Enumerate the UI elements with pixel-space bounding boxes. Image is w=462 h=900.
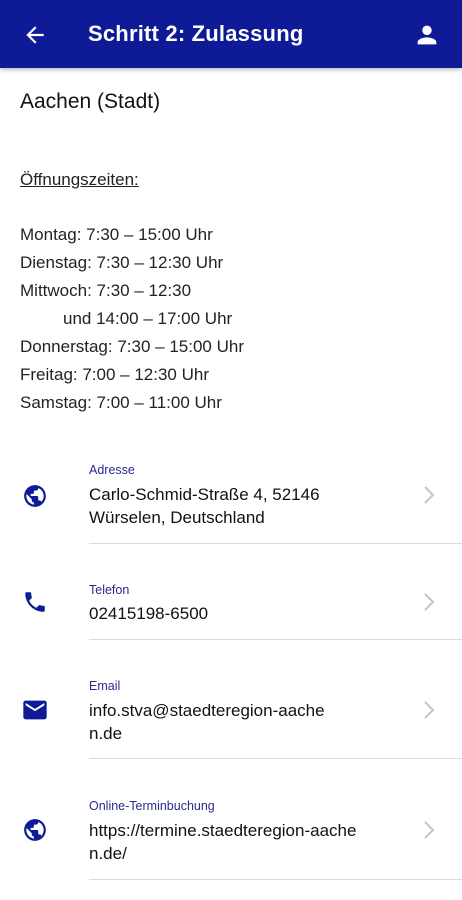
hours-line-saturday: Samstag: 7:00 – 11:00 Uhr	[20, 393, 222, 412]
chevron-right-icon	[420, 483, 438, 507]
hours-line-tuesday: Dienstag: 7:30 – 12:30 Uhr	[20, 253, 224, 272]
phone-icon	[21, 588, 49, 616]
arrow-back-icon[interactable]	[18, 18, 52, 52]
contact-row-phone[interactable]: Telefon 02415198-6500	[0, 580, 462, 642]
globe-icon	[21, 816, 49, 844]
chevron-right-icon	[420, 818, 438, 842]
app-bar: Schritt 2: Zulassung	[0, 0, 462, 68]
address-label: Adresse	[89, 463, 135, 477]
divider	[89, 543, 462, 544]
contact-row-online-booking[interactable]: Online-Terminbuchung https://termine.sta…	[0, 796, 462, 882]
hours-line-monday: Montag: 7:30 – 15:00 Uhr	[20, 225, 213, 244]
contact-row-address[interactable]: Adresse Carlo-Schmid-Straße 4, 52146 Wür…	[0, 460, 462, 546]
divider	[89, 879, 462, 880]
phone-value: 02415198-6500	[89, 604, 209, 623]
divider	[89, 639, 462, 640]
email-label: Email	[89, 679, 121, 693]
contact-row-email[interactable]: Email info.stva@staedteregion-aachen.de	[0, 676, 462, 762]
hours-line-friday: Freitag: 7:00 – 12:30 Uhr	[20, 365, 210, 384]
divider	[89, 758, 462, 759]
hours-line-thursday: Donnerstag: 7:30 – 15:00 Uhr	[20, 337, 244, 356]
chevron-right-icon	[420, 590, 438, 614]
opening-hours-list: Montag: 7:30 – 15:00 Uhr Dienstag: 7:30 …	[20, 221, 244, 417]
opening-hours-heading: Öffnungszeiten:	[20, 170, 139, 189]
chevron-right-icon	[420, 698, 438, 722]
hours-line-wednesday: Mittwoch: 7:30 – 12:30	[20, 281, 192, 300]
person-icon[interactable]	[410, 18, 444, 52]
office-name: Aachen (Stadt)	[20, 90, 161, 113]
globe-icon	[21, 482, 49, 510]
online-booking-value: https://termine.staedteregion-aachen.de/	[89, 821, 357, 863]
mail-icon	[21, 696, 49, 724]
phone-label: Telefon	[89, 583, 130, 597]
address-value: Carlo-Schmid-Straße 4, 52146 Würselen, D…	[89, 485, 320, 527]
page-title: Schritt 2: Zulassung	[88, 21, 304, 46]
online-booking-label: Online-Terminbuchung	[89, 799, 215, 813]
email-value: info.stva@staedteregion-aachen.de	[89, 701, 325, 743]
hours-line-wednesday-afternoon: und 14:00 – 17:00 Uhr	[63, 309, 233, 328]
